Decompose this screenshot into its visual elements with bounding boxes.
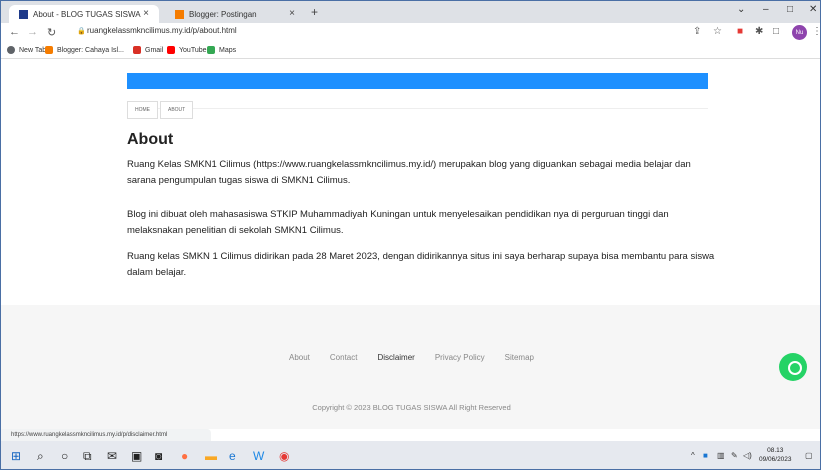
status-bar-url: https://www.ruangkelassmkncilimus.my.id/… — [1, 429, 211, 441]
edge-icon[interactable]: e — [229, 449, 236, 463]
pen-icon[interactable]: ✎ — [731, 451, 738, 460]
tray-app-icon[interactable]: ■ — [703, 451, 708, 460]
footer-link-sitemap[interactable]: Sitemap — [505, 353, 534, 362]
system-clock[interactable]: 08.13 09/06/2023 — [759, 446, 792, 464]
lock-icon[interactable]: 🔒 — [77, 27, 86, 35]
youtube-icon — [167, 46, 175, 54]
maps-icon — [207, 46, 215, 54]
file-explorer-icon[interactable]: ▬ — [205, 449, 217, 463]
firefox-icon[interactable]: ● — [181, 449, 188, 463]
menu-divider — [127, 108, 708, 109]
footer-link-disclaimer[interactable]: Disclaimer — [377, 353, 414, 362]
bookmark-maps[interactable]: Maps — [207, 46, 236, 54]
side-panel-icon[interactable]: □ — [773, 26, 779, 37]
volume-icon[interactable]: ◁) — [743, 451, 752, 460]
forward-icon[interactable]: → — [27, 26, 38, 38]
gmail-icon — [133, 46, 141, 54]
blogger-favicon-icon — [175, 9, 184, 19]
bookmark-new-tab[interactable]: New Tab — [7, 46, 46, 54]
clock-time: 08.13 — [767, 447, 784, 454]
menu-item-about[interactable]: ABOUT — [160, 101, 194, 119]
close-tab-icon[interactable]: × — [289, 8, 295, 19]
web-page: HOME ABOUT About Ruang Kelas SMKN1 Cilim… — [1, 59, 820, 429]
store-icon[interactable]: ▣ — [131, 449, 142, 463]
extensions-puzzle-icon[interactable]: ✱ — [755, 26, 763, 37]
footer-link-about[interactable]: About — [289, 353, 310, 362]
network-icon[interactable]: ▥ — [717, 451, 725, 460]
tab-search-icon[interactable]: ⌄ — [737, 4, 745, 15]
paragraph-3: Ruang kelas SMKN 1 Cilimus didirikan pad… — [127, 251, 715, 278]
clock-date: 09/06/2023 — [759, 456, 792, 463]
maximize-button[interactable]: □ — [787, 4, 793, 15]
close-window-button[interactable]: ✕ — [809, 4, 817, 15]
windows-start-icon[interactable]: ⊞ — [11, 449, 21, 463]
menu-dots-icon[interactable]: ⋮ — [812, 26, 820, 37]
paragraph-2: Blog ini dibuat oleh mahasasiswa STKIP M… — [127, 209, 669, 236]
page-title: About — [127, 131, 174, 148]
paragraph-1: Ruang Kelas SMKN1 Cilimus (https://www.r… — [127, 159, 691, 186]
site-favicon-icon — [19, 9, 28, 19]
windows-taskbar: ⊞ ⌕ ○ ⧉ ✉ ▣ ◙ ● ▬ e W ◉ ^ ■ ▥ ✎ ◁) 08.13… — [1, 441, 820, 469]
footer-link-contact[interactable]: Contact — [330, 353, 358, 362]
minimize-button[interactable]: – — [763, 4, 769, 15]
tab-strip: About - BLOG TUGAS SISWA × Blogger: Post… — [1, 1, 820, 23]
blogger-icon — [45, 46, 53, 54]
cortana-icon[interactable]: ○ — [61, 449, 68, 463]
chrome-taskbar-icon[interactable]: ◉ — [279, 449, 289, 463]
mail-icon[interactable]: ✉ — [107, 449, 117, 463]
back-icon[interactable]: ← — [9, 26, 20, 38]
copyright-text: Copyright © 2023 BLOG TUGAS SISWA All Ri… — [312, 403, 511, 412]
bookmark-gmail[interactable]: Gmail — [133, 46, 163, 54]
browser-window: About - BLOG TUGAS SISWA × Blogger: Post… — [0, 0, 821, 470]
header-banner — [127, 73, 708, 89]
footer-nav: About Contact Disclaimer Privacy Policy … — [1, 353, 820, 362]
menu-item-home[interactable]: HOME — [127, 101, 158, 119]
close-tab-icon[interactable]: × — [143, 8, 149, 19]
tab-blogger[interactable]: Blogger: Postingan × — [165, 5, 305, 23]
share-icon[interactable]: ⇪ — [693, 26, 701, 37]
bookmark-star-icon[interactable]: ☆ — [713, 26, 722, 37]
new-tab-button[interactable]: + — [311, 5, 318, 19]
site-footer: About Contact Disclaimer Privacy Policy … — [1, 305, 820, 429]
site-menu: HOME ABOUT — [127, 101, 195, 119]
browser-toolbar: ← → ↻ 🔒 ruangkelassmkncilimus.my.id/p/ab… — [1, 23, 820, 43]
bookmarks-bar: New Tab Blogger: Cahaya Isl... Gmail You… — [1, 43, 820, 59]
camera-icon[interactable]: ◙ — [155, 449, 162, 463]
chrome-icon — [7, 46, 15, 54]
word-icon[interactable]: W — [253, 449, 264, 463]
notification-icon[interactable]: ▢ — [805, 451, 813, 460]
reload-icon[interactable]: ↻ — [47, 26, 56, 39]
whatsapp-icon[interactable] — [779, 353, 807, 381]
show-hidden-icons-icon[interactable]: ^ — [691, 451, 695, 460]
tab-title: About - BLOG TUGAS SISWA — [33, 9, 141, 19]
tab-title: Blogger: Postingan — [189, 9, 257, 19]
bookmark-youtube[interactable]: YouTube — [167, 46, 207, 54]
footer-link-privacy[interactable]: Privacy Policy — [435, 353, 485, 362]
bookmark-blogger[interactable]: Blogger: Cahaya Isl... — [45, 46, 124, 54]
task-view-icon[interactable]: ⧉ — [83, 449, 92, 464]
search-icon[interactable]: ⌕ — [37, 449, 44, 464]
address-bar[interactable]: ruangkelassmkncilimus.my.id/p/about.html — [87, 26, 237, 35]
profile-avatar[interactable]: Nu — [792, 25, 807, 40]
extension-icon[interactable]: ■ — [737, 26, 743, 37]
tab-about[interactable]: About - BLOG TUGAS SISWA × — [9, 5, 159, 23]
